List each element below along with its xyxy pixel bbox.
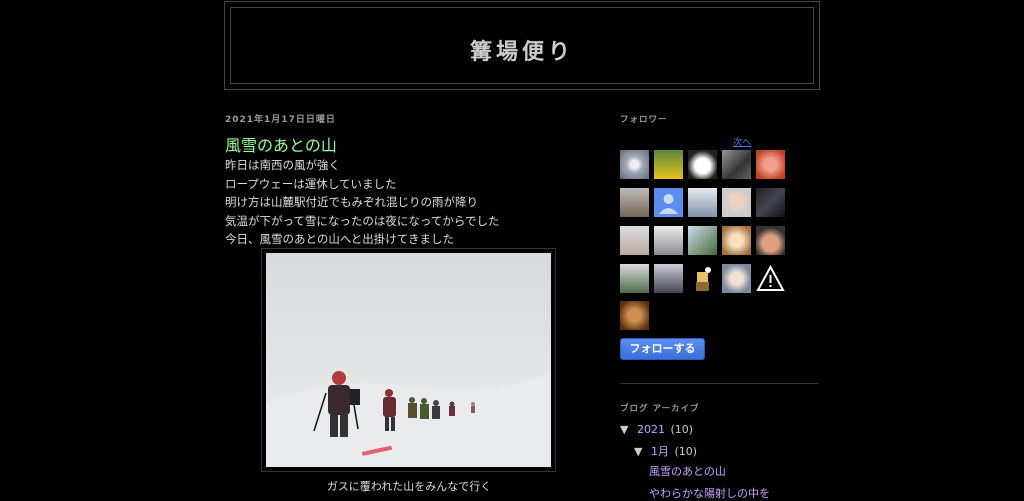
follow-button[interactable]: フォローする xyxy=(620,338,705,360)
archive-year-link[interactable]: 2021 xyxy=(637,423,665,436)
follower-avatar[interactable] xyxy=(688,150,717,179)
follower-avatar[interactable] xyxy=(756,226,785,255)
follower-avatar[interactable] xyxy=(722,188,751,217)
follower-avatar[interactable] xyxy=(756,150,785,179)
sidebar-divider xyxy=(620,383,818,384)
follower-avatar[interactable] xyxy=(688,188,717,217)
follower-avatar[interactable] xyxy=(722,226,751,255)
archive-month-count: (10) xyxy=(674,445,698,458)
archive-month-row: ▼ 1月 (10) xyxy=(634,443,697,459)
follower-avatar[interactable] xyxy=(654,264,683,293)
follower-avatar[interactable] xyxy=(688,226,717,255)
collapse-toggle-icon[interactable]: ▼ xyxy=(620,423,628,436)
follower-avatar[interactable] xyxy=(654,226,683,255)
archive-post-link[interactable]: 風雪のあとの山 xyxy=(649,465,726,478)
archive-post-link[interactable]: やわらかな陽射しの中を xyxy=(649,487,770,500)
archive-heading: ブログ アーカイブ xyxy=(620,404,700,414)
post-line: 今日、風雪のあとの山へと出掛けてきました xyxy=(225,232,454,246)
archive-year-row: ▼ 2021 (10) xyxy=(620,423,693,436)
follower-avatar[interactable] xyxy=(620,188,649,217)
blog-header-inner: 篝場便り xyxy=(230,7,814,84)
archive-post-item: やわらかな陽射しの中を xyxy=(649,485,770,501)
follower-avatar[interactable] xyxy=(756,188,785,217)
default-person-icon[interactable] xyxy=(654,188,683,217)
post-photo[interactable] xyxy=(266,253,551,467)
followers-next-link[interactable]: 次へ xyxy=(733,135,751,148)
snow-mountain-photo xyxy=(266,253,551,467)
follower-avatar[interactable] xyxy=(620,150,649,179)
post-body: 昨日は南西の風が強く ロープウェーは運休していました 明け方は山麓駅付近でもみぞ… xyxy=(225,156,500,249)
blog-header: 篝場便り xyxy=(224,1,820,90)
photo-caption: ガスに覆われた山をみんなで行く xyxy=(326,480,492,493)
follower-avatar[interactable] xyxy=(688,264,717,293)
post-line: ロープウェーは運休していました xyxy=(225,176,397,191)
follower-avatar[interactable] xyxy=(722,150,751,179)
post-title[interactable]: 風雪のあとの山 xyxy=(225,132,337,156)
archive-year-count: (10) xyxy=(670,423,694,436)
post-line: 明け方は山麓駅付近でもみぞれ混じりの雨が降り xyxy=(225,195,478,209)
collapse-toggle-icon[interactable]: ▼ xyxy=(634,445,642,458)
follower-avatar[interactable] xyxy=(722,264,751,293)
archive-month-link[interactable]: 1月 xyxy=(651,445,669,458)
follower-avatar[interactable] xyxy=(620,301,649,330)
post-photo-frame xyxy=(261,248,556,472)
followers-heading: フォロワー xyxy=(620,115,668,125)
follower-avatar[interactable] xyxy=(620,264,649,293)
post-line: 昨日は南西の風が強く xyxy=(225,158,340,172)
follower-avatar[interactable] xyxy=(654,150,683,179)
blog-title[interactable]: 篝場便り xyxy=(231,34,813,66)
post-line: 気温が下がって雪になったのは夜になってからでした xyxy=(225,213,500,228)
archive-post-item: 風雪のあとの山 xyxy=(649,463,726,479)
follower-avatar[interactable] xyxy=(620,226,649,255)
post-date: 2021年1月17日日曜日 xyxy=(225,115,336,125)
warning-icon[interactable] xyxy=(756,264,785,293)
